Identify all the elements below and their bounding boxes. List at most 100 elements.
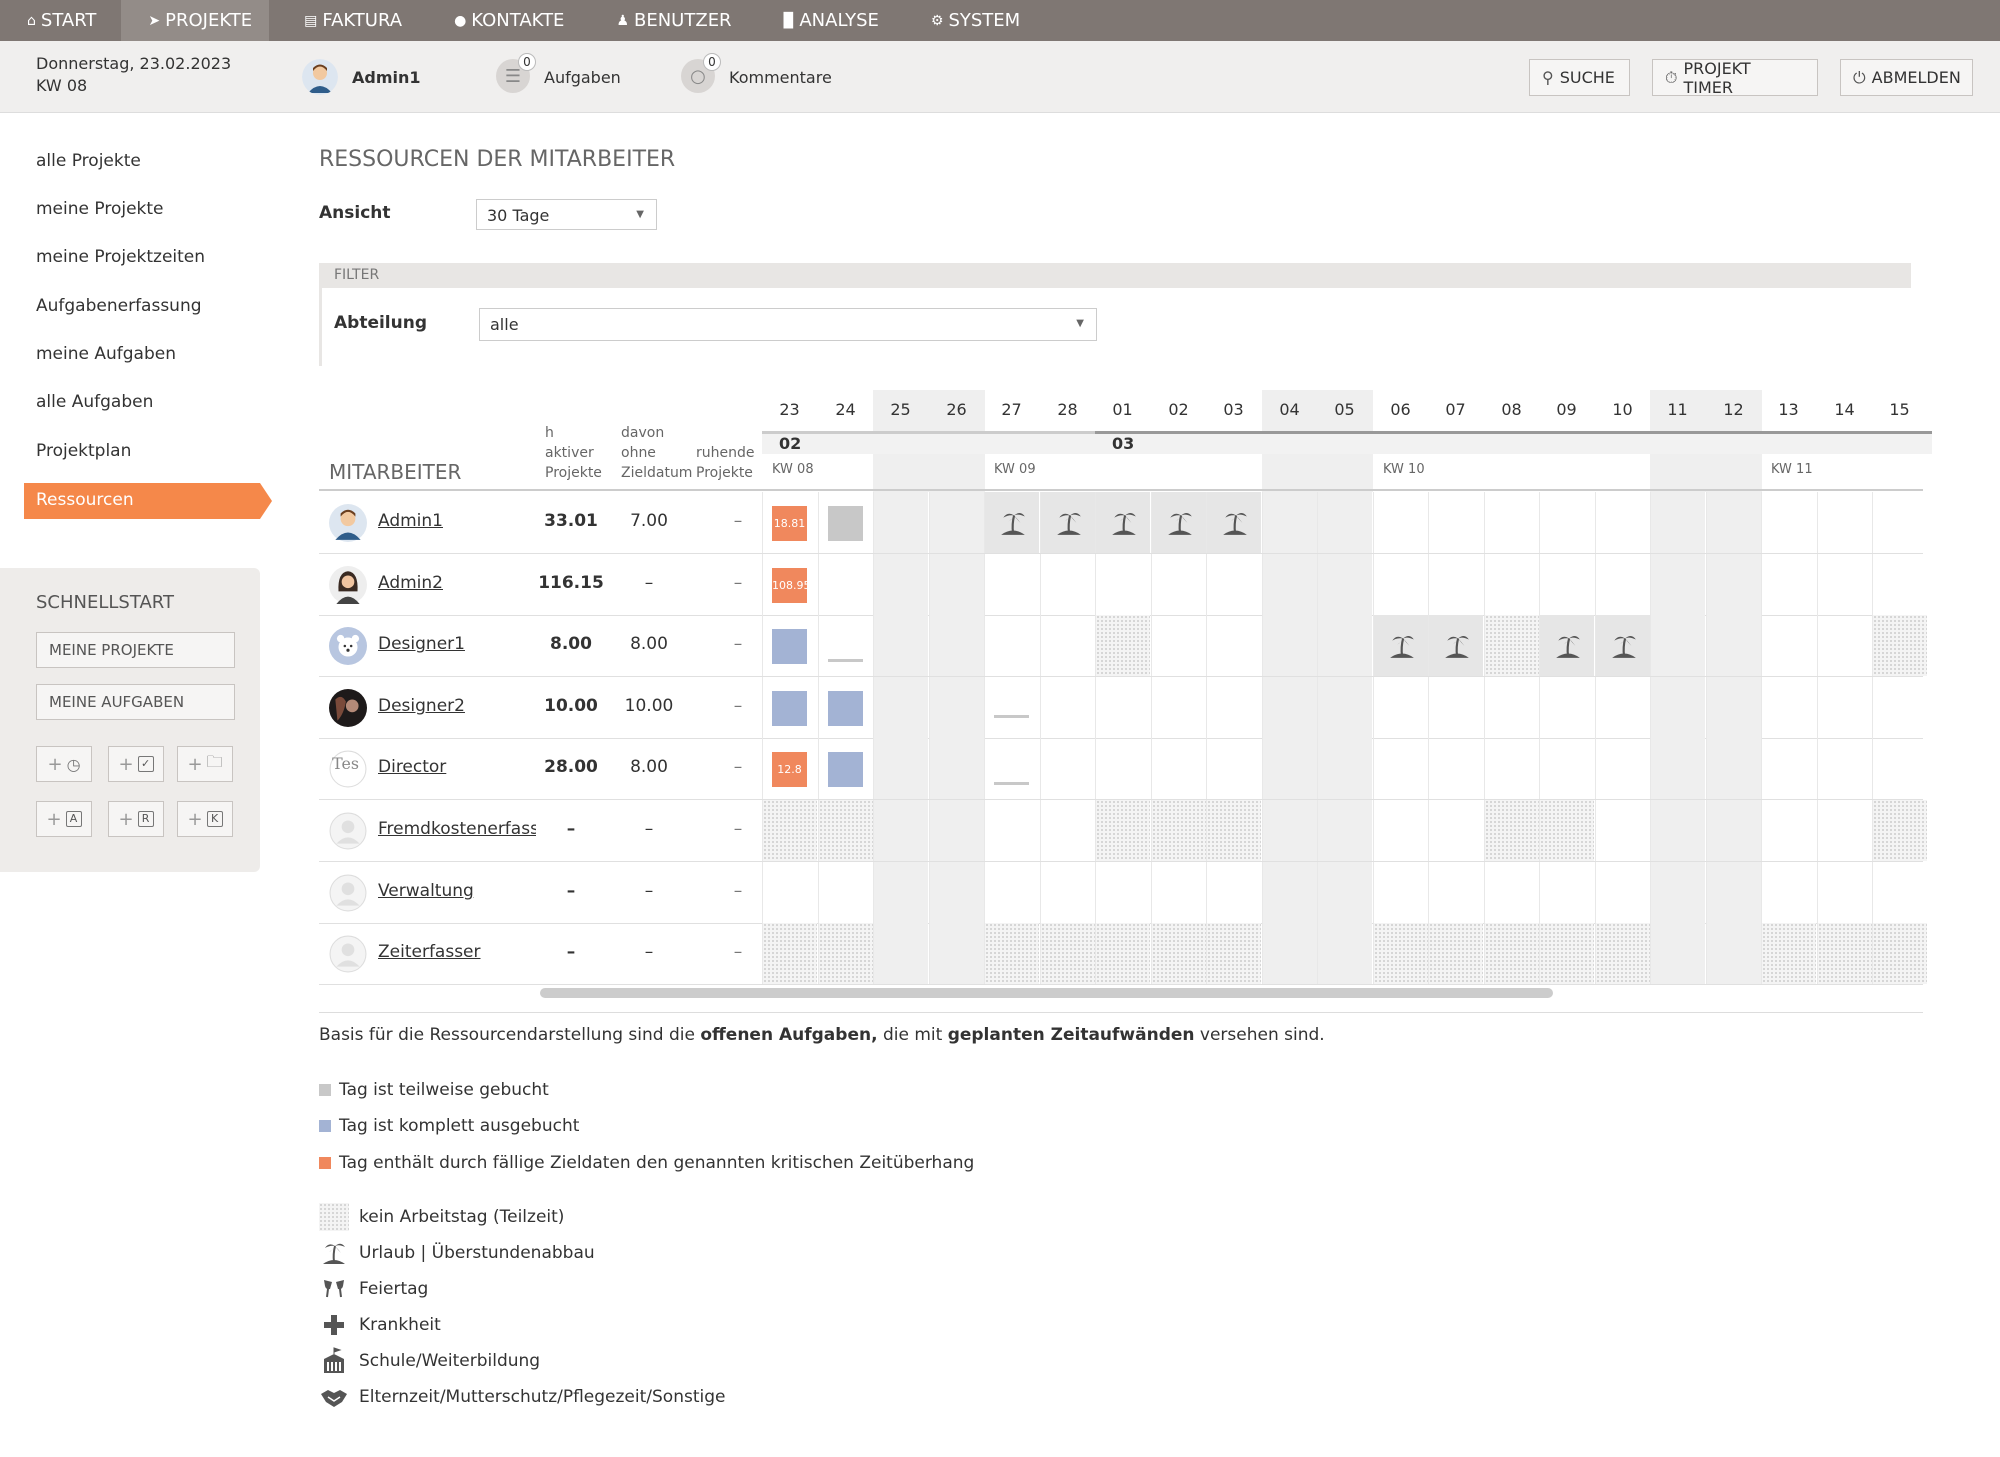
day-cell[interactable]	[1262, 923, 1317, 984]
add-task-button[interactable]: + ✓	[108, 746, 164, 782]
day-cell[interactable]	[1595, 677, 1650, 738]
day-cell[interactable]	[1040, 738, 1095, 799]
nav-start[interactable]: ⌂ START	[0, 0, 113, 41]
day-cell[interactable]	[1539, 923, 1594, 984]
day-cell[interactable]	[1317, 738, 1372, 799]
my-projects-button[interactable]: MEINE PROJEKTE	[36, 632, 235, 668]
add-r-button[interactable]: + R	[108, 801, 164, 837]
day-cell[interactable]	[1095, 554, 1150, 615]
day-cell[interactable]	[929, 554, 984, 615]
day-cell[interactable]	[1761, 554, 1816, 615]
day-cell[interactable]	[873, 492, 928, 553]
day-cell[interactable]	[1206, 615, 1261, 676]
day-cell[interactable]	[1373, 615, 1428, 676]
day-cell[interactable]	[1484, 923, 1539, 984]
day-cell[interactable]	[929, 492, 984, 553]
day-cell[interactable]	[1817, 677, 1872, 738]
day-cell[interactable]	[1484, 738, 1539, 799]
day-cell[interactable]	[1539, 862, 1594, 923]
day-cell[interactable]	[762, 923, 817, 984]
day-cell[interactable]	[1373, 677, 1428, 738]
day-cell[interactable]	[1317, 800, 1372, 861]
day-cell[interactable]	[1872, 800, 1927, 861]
nav-analyse[interactable]: ▉ ANALYSE	[757, 0, 896, 41]
day-cell[interactable]	[762, 800, 817, 861]
day-cell[interactable]	[984, 923, 1039, 984]
day-cell[interactable]	[818, 923, 873, 984]
day-cell[interactable]	[1872, 615, 1927, 676]
day-cell[interactable]	[984, 554, 1039, 615]
nav-kontakte[interactable]: ● KONTAKTE	[427, 0, 581, 41]
day-cell[interactable]	[1706, 677, 1761, 738]
employee-name-link[interactable]: Zeiterfasser	[378, 942, 536, 962]
add-project-button[interactable]: + 🗀	[177, 746, 233, 782]
day-cell[interactable]	[1373, 923, 1428, 984]
day-cell[interactable]	[1428, 862, 1483, 923]
day-cell[interactable]	[1151, 492, 1206, 553]
day-cell[interactable]	[1761, 738, 1816, 799]
day-cell[interactable]	[1539, 492, 1594, 553]
day-cell[interactable]	[762, 862, 817, 923]
nav-faktura[interactable]: ▤ FAKTURA	[277, 0, 419, 41]
day-cell[interactable]	[1484, 492, 1539, 553]
day-cell[interactable]	[1040, 677, 1095, 738]
day-cell[interactable]	[929, 923, 984, 984]
employee-name-link[interactable]: Admin2	[378, 573, 536, 593]
day-cell[interactable]	[1872, 738, 1927, 799]
day-cell[interactable]	[1040, 492, 1095, 553]
day-cell[interactable]	[1539, 738, 1594, 799]
day-cell[interactable]	[1095, 862, 1150, 923]
day-cell[interactable]	[873, 615, 928, 676]
day-cell[interactable]	[929, 615, 984, 676]
day-cell[interactable]	[1317, 554, 1372, 615]
day-cell[interactable]	[873, 677, 928, 738]
day-cell[interactable]	[873, 862, 928, 923]
day-cell[interactable]	[1095, 800, 1150, 861]
day-cell[interactable]	[1761, 923, 1816, 984]
day-cell[interactable]	[1484, 677, 1539, 738]
employee-name-link[interactable]: Designer2	[378, 696, 536, 716]
day-cell[interactable]	[1706, 615, 1761, 676]
day-cell[interactable]	[929, 862, 984, 923]
day-cell[interactable]	[1595, 738, 1650, 799]
day-cell[interactable]	[1373, 738, 1428, 799]
day-cell[interactable]	[984, 738, 1039, 799]
day-cell[interactable]	[1040, 862, 1095, 923]
day-cell[interactable]	[873, 800, 928, 861]
day-cell[interactable]	[1428, 554, 1483, 615]
day-cell[interactable]	[929, 677, 984, 738]
day-cell[interactable]	[1151, 923, 1206, 984]
day-cell[interactable]	[1262, 862, 1317, 923]
day-cell[interactable]	[1317, 677, 1372, 738]
department-select[interactable]: alle ▼	[479, 308, 1097, 341]
day-cell[interactable]	[929, 800, 984, 861]
day-cell[interactable]	[1872, 923, 1927, 984]
day-cell[interactable]	[818, 800, 873, 861]
day-cell[interactable]	[1040, 800, 1095, 861]
day-cell[interactable]	[1151, 862, 1206, 923]
day-cell[interactable]	[1761, 492, 1816, 553]
day-cell[interactable]	[1040, 554, 1095, 615]
day-cell[interactable]	[1706, 800, 1761, 861]
day-cell[interactable]	[1650, 677, 1705, 738]
day-cell[interactable]	[818, 862, 873, 923]
day-cell[interactable]	[1373, 862, 1428, 923]
day-cell[interactable]	[1761, 862, 1816, 923]
sidebar-item-my-project-times[interactable]: meine Projektzeiten	[36, 247, 205, 267]
day-cell[interactable]	[1539, 800, 1594, 861]
day-cell[interactable]	[1650, 923, 1705, 984]
day-cell[interactable]	[1206, 554, 1261, 615]
day-cell[interactable]	[1706, 738, 1761, 799]
day-cell[interactable]	[1262, 738, 1317, 799]
day-cell[interactable]	[1650, 738, 1705, 799]
day-cell[interactable]	[1206, 677, 1261, 738]
horizontal-scrollbar[interactable]	[540, 988, 1553, 998]
day-cell[interactable]	[1484, 800, 1539, 861]
day-cell[interactable]	[1095, 738, 1150, 799]
day-cell[interactable]	[1317, 615, 1372, 676]
day-cell[interactable]	[1761, 615, 1816, 676]
employee-name-link[interactable]: Director	[378, 757, 536, 777]
day-cell[interactable]	[1428, 677, 1483, 738]
day-cell[interactable]	[1151, 800, 1206, 861]
day-cell[interactable]	[984, 677, 1039, 738]
